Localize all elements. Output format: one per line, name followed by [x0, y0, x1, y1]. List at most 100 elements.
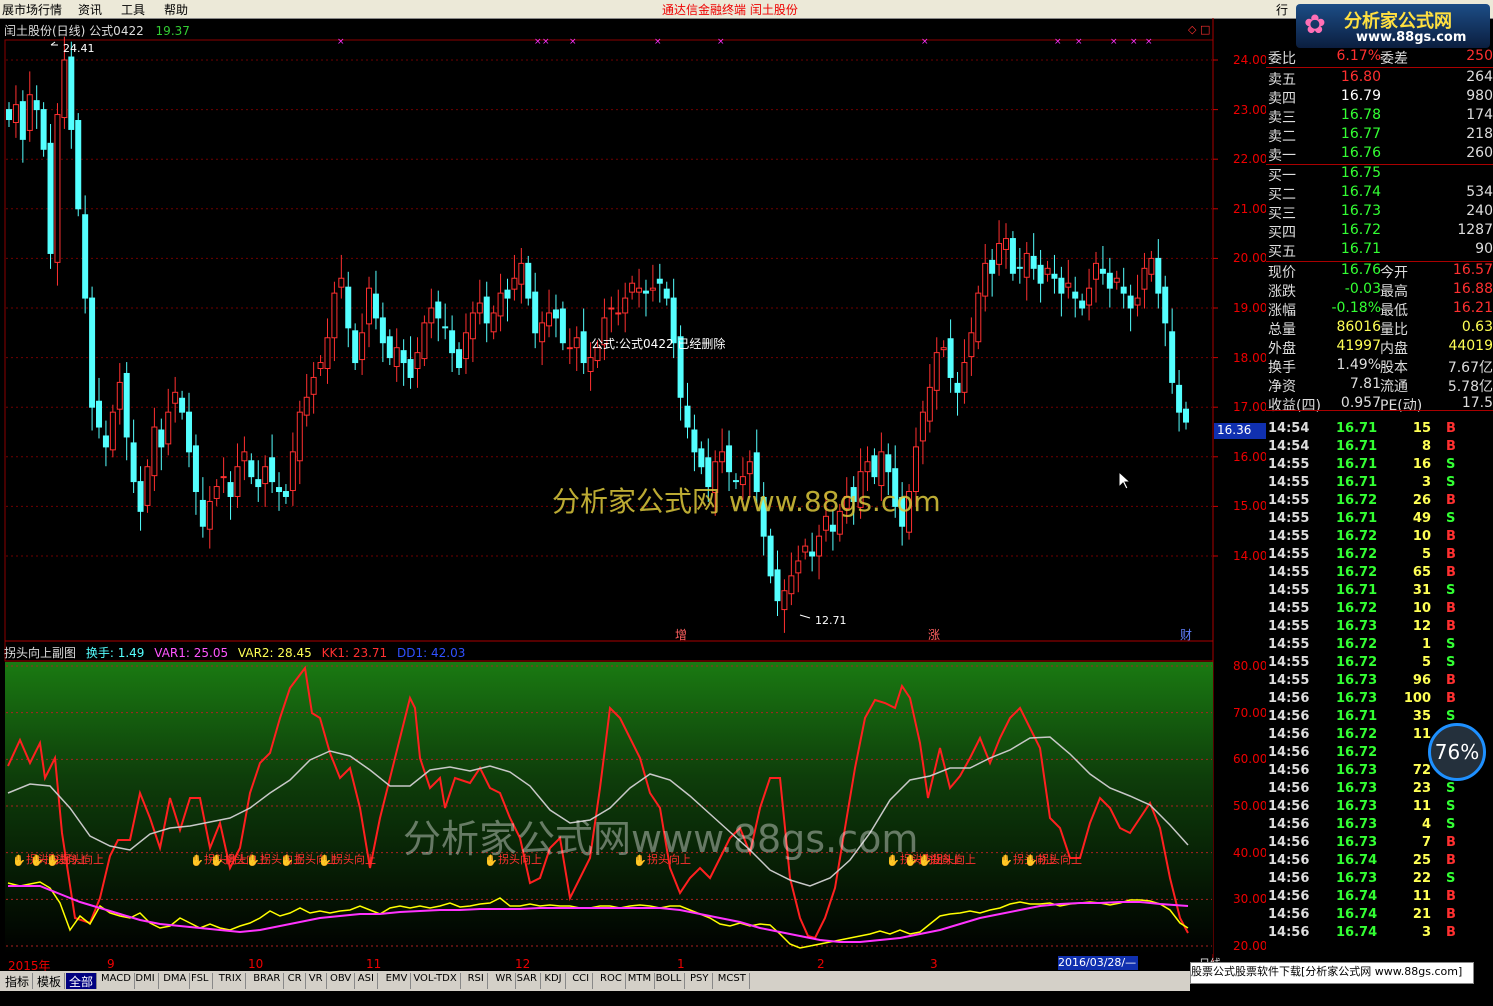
quote-label-2: 量比 — [1380, 322, 1408, 338]
tab-kdj[interactable]: KDJ — [541, 973, 566, 989]
tab-cr[interactable]: CR — [285, 973, 306, 989]
menu-info[interactable]: 资讯 — [78, 1, 102, 18]
candle-body — [456, 349, 463, 369]
candle-body — [746, 461, 753, 475]
tab-boll[interactable]: BOLL — [653, 973, 686, 989]
candle-body — [511, 277, 518, 290]
price-tick: 19.00 — [1233, 301, 1268, 315]
tick-row: 14:56 16.73 11 S — [1266, 799, 1493, 817]
candle-body — [12, 104, 19, 123]
tick-price: 16.72 — [1336, 529, 1378, 544]
app-title: 通达信金融终端 闰土股份 — [662, 3, 798, 17]
tab-mtm[interactable]: MTM — [625, 973, 656, 989]
huanshou-value: 换手: 1.49 — [85, 646, 145, 660]
candle-body — [303, 396, 310, 416]
candle-body — [379, 317, 386, 344]
tab-mcst[interactable]: MCST — [715, 973, 750, 989]
candle-body — [40, 109, 47, 150]
candle-body — [33, 100, 40, 111]
tab-all[interactable]: 全部 — [66, 973, 98, 989]
quote-row-stat: 收益(四) 0.957 PE(动) 17.5 — [1266, 395, 1493, 414]
quote-value: 16.76 — [1340, 262, 1381, 278]
tab-psy[interactable]: PSY — [687, 973, 713, 989]
menu-market[interactable]: 展市场行情 — [2, 1, 62, 18]
candle-body — [331, 292, 338, 339]
tab-dmi[interactable]: DMI — [132, 973, 159, 989]
date-tick: 3 — [930, 957, 938, 971]
tab-indicator[interactable]: 指标 — [2, 973, 34, 989]
quote-value: 0.957 — [1340, 395, 1381, 411]
quote-row-sell: 卖三 16.78 174 — [1266, 107, 1493, 126]
tab-fsl[interactable]: FSL — [188, 973, 213, 989]
quote-value: 16.71 — [1340, 241, 1381, 257]
quote-label: 卖五 — [1268, 72, 1296, 88]
tab-obv[interactable]: OBV — [327, 973, 356, 989]
price-tick: 15.00 — [1233, 499, 1268, 514]
tab-vol-tdx[interactable]: VOL-TDX — [410, 973, 461, 989]
tab-asi[interactable]: ASI — [355, 973, 378, 989]
quote-value: 1.49% — [1336, 357, 1381, 373]
tick-row: 14:56 16.74 3 B — [1266, 925, 1493, 943]
indicator-tick: 70.00 — [1233, 705, 1268, 720]
candle-body — [642, 290, 649, 294]
tick-price: 16.72 — [1336, 547, 1378, 562]
tick-time: 14:55 — [1268, 655, 1310, 670]
quote-label-2: 今开 — [1380, 265, 1408, 281]
date-tick: 2 — [817, 957, 825, 971]
quote-label: 卖三 — [1268, 110, 1296, 126]
tick-volume: 35 — [1412, 709, 1431, 724]
x-mark: × — [569, 37, 577, 47]
candle-body — [698, 448, 705, 468]
quote-label: 总量 — [1268, 322, 1296, 338]
candle-body — [1079, 300, 1086, 309]
tab-vr[interactable]: VR — [306, 973, 327, 989]
tab-brar[interactable]: BRAR — [250, 973, 285, 989]
tab-cci[interactable]: CCI — [569, 973, 594, 989]
svg-text:◇: ◇ — [1188, 23, 1197, 36]
candle-body — [449, 330, 456, 354]
candle-body — [615, 312, 622, 315]
candle-body — [151, 426, 158, 477]
price-tick: 24.00 — [1233, 53, 1268, 67]
signal-label: 拐头向上 — [60, 852, 104, 866]
tick-time: 14:55 — [1268, 547, 1310, 562]
panel-corner-icons[interactable]: ◇ □ — [1188, 23, 1210, 36]
tab-template[interactable]: 模板 — [34, 973, 66, 989]
tick-time: 14:55 — [1268, 457, 1310, 472]
quote-label: 涨幅 — [1268, 303, 1296, 319]
tick-time: 14:54 — [1268, 439, 1310, 454]
tab-rsi[interactable]: RSI — [465, 973, 488, 989]
candle-body — [476, 302, 483, 314]
tick-time: 14:55 — [1268, 493, 1310, 508]
menu-market-right[interactable]: 行 — [1276, 1, 1288, 18]
tick-price: 16.72 — [1336, 727, 1378, 742]
tab-dma[interactable]: DMA — [160, 973, 191, 989]
candle-body — [1176, 384, 1183, 413]
candle-body — [1065, 282, 1072, 288]
candle-body — [767, 535, 774, 577]
tick-row: 14:55 16.72 26 B — [1266, 493, 1493, 511]
quote-value: 16.80 — [1340, 69, 1381, 85]
tab-roc[interactable]: ROC — [597, 973, 626, 989]
candle-body — [435, 301, 442, 319]
tab-emv[interactable]: EMV — [383, 973, 412, 989]
signal-label: 拐头向上 — [1038, 852, 1082, 866]
quote-value: 16.78 — [1340, 107, 1381, 123]
signal-hand-icon: ✋ — [918, 854, 932, 867]
candle-body — [296, 411, 303, 462]
quote-value-2: 218 — [1466, 126, 1493, 142]
tick-side: B — [1446, 889, 1456, 904]
candle-body — [566, 347, 573, 350]
tick-side: S — [1446, 655, 1456, 670]
menu-help[interactable]: 帮助 — [164, 1, 188, 18]
tab-macd[interactable]: MACD — [98, 973, 135, 989]
menu-tools[interactable]: 工具 — [121, 1, 145, 18]
tab-trix[interactable]: TRIX — [216, 973, 246, 989]
tick-volume: 1 — [1421, 637, 1431, 652]
quote-label: 卖二 — [1268, 129, 1296, 145]
candle-body — [359, 332, 366, 361]
quote-row-stat: 现价 16.76 今开 16.57 — [1266, 262, 1493, 281]
candlesticks — [6, 36, 1189, 633]
footer-ad[interactable]: 股票公式股票软件下载[分析家公式网 www.88gs.com] — [1190, 962, 1474, 984]
tab-sar[interactable]: SAR — [514, 973, 541, 989]
